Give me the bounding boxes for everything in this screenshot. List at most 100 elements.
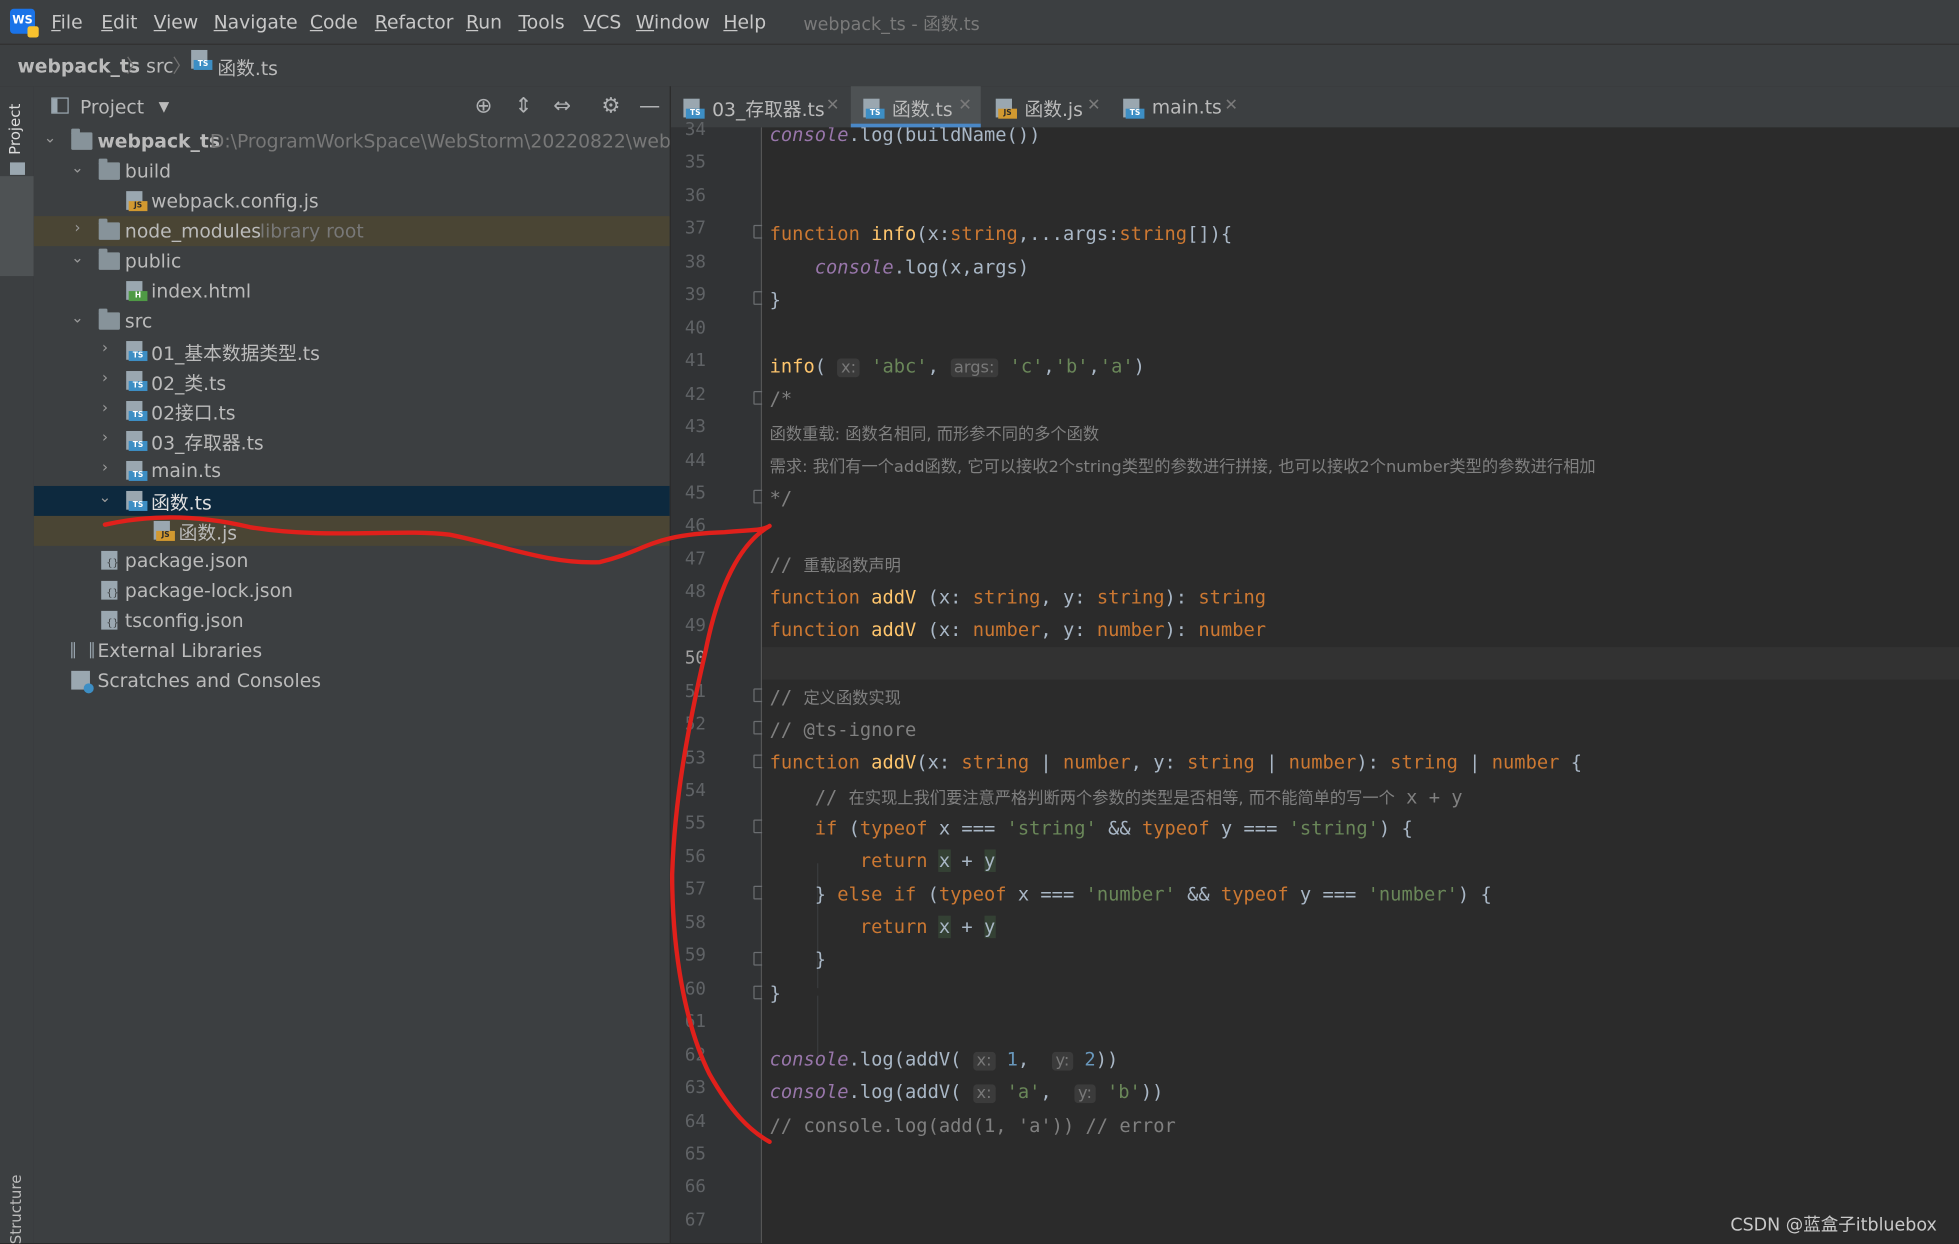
line-number: 65: [684, 1144, 706, 1165]
tree-item-tsconfig-json[interactable]: tsconfig.json: [34, 606, 670, 636]
menu-file[interactable]: File: [51, 11, 82, 33]
ts-file-icon: TS: [126, 430, 148, 451]
scratch-icon: [71, 670, 94, 694]
code-line-51: // 定义函数实现: [769, 685, 901, 709]
tree-item-function-ts[interactable]: ⌄ TS 函数.ts: [33, 485, 670, 516]
chevron-right-icon[interactable]: ›: [96, 458, 113, 475]
ts-file-icon: TS: [863, 98, 885, 119]
tree-item-webpack-ts[interactable]: ⌄ webpack_ts D:\ProgramWorkSpace\WebStor…: [34, 126, 670, 156]
line-number: 67: [684, 1210, 706, 1231]
line-number-gutter[interactable]: 34 35 36 37 38 39 40 41 42 43 44 45 46 47 48 49 50 51 52 53…: [670, 120, 768, 1244]
code-line-62: console.log(addV( x: 1, y: 2)): [769, 1048, 1119, 1071]
chevron-right-icon[interactable]: ›: [96, 428, 113, 445]
project-panel-title[interactable]: Project: [80, 96, 144, 118]
menu-vcs[interactable]: VCS: [583, 11, 621, 33]
code-line-48: function addV (x: string, y: string): st…: [769, 585, 1267, 609]
chevron-down-icon[interactable]: ⌄: [69, 249, 86, 266]
tree-item-package-json[interactable]: package.json: [34, 546, 670, 576]
ts-file-icon: TS: [1123, 98, 1145, 119]
close-icon[interactable]: ✕: [1224, 96, 1238, 115]
menu-run[interactable]: Run: [466, 11, 502, 33]
project-tool-tab-label[interactable]: Project: [6, 104, 23, 155]
line-number: 41: [684, 351, 706, 372]
breadcrumb-project[interactable]: webpack_ts: [17, 55, 140, 77]
locate-file-icon[interactable]: ⊕: [471, 94, 496, 119]
tree-item-build[interactable]: ⌄ build: [34, 156, 670, 186]
line-number: 42: [684, 384, 706, 405]
code-line-53: function addV(x: string | number, y: str…: [769, 750, 1583, 774]
json-file-icon: [101, 550, 119, 570]
code-line-47: // 重载函数声明: [769, 553, 901, 576]
menu-refactor[interactable]: Refactor: [375, 11, 454, 33]
line-number: 46: [684, 516, 706, 537]
chevron-down-icon[interactable]: ⌄: [96, 488, 113, 505]
code-line-39: }: [769, 288, 781, 312]
menu-window[interactable]: Window: [636, 11, 710, 33]
ts-file-icon: TS: [191, 49, 213, 70]
close-icon[interactable]: ✕: [1087, 96, 1101, 115]
code-editor[interactable]: console.log(buildName()) function info(x…: [762, 127, 1959, 1244]
code-line-45: */: [769, 487, 793, 510]
chevron-right-icon[interactable]: ›: [96, 369, 113, 386]
chevron-right-icon[interactable]: ›: [96, 399, 113, 416]
tree-item-main-ts[interactable]: › TS main.ts: [34, 456, 670, 486]
collapse-all-icon[interactable]: ⇔: [550, 94, 575, 119]
tree-item-src[interactable]: ⌄ src: [34, 306, 670, 336]
tree-item-webpack-config[interactable]: JS webpack.config.js: [34, 186, 670, 216]
chevron-right-icon[interactable]: ›: [96, 339, 113, 356]
tree-item-public[interactable]: ⌄ public: [34, 246, 670, 276]
chevron-down-icon[interactable]: ⌄: [69, 309, 86, 326]
code-line-49: function addV (x: number, y: number): nu…: [769, 618, 1267, 641]
tree-item-node-modules[interactable]: › node_modules library root: [33, 216, 670, 247]
chevron-down-icon[interactable]: ▼: [159, 99, 170, 115]
line-number: 55: [684, 813, 706, 834]
tree-item-01-basic-types[interactable]: › TS 01_基本数据类型.ts: [34, 336, 670, 366]
chevron-right-icon[interactable]: ›: [69, 219, 86, 236]
json-file-icon: [101, 580, 119, 600]
structure-tool-tab-label[interactable]: Structure: [7, 1175, 24, 1244]
close-icon[interactable]: ✕: [958, 96, 972, 115]
breadcrumb-src[interactable]: src: [146, 55, 173, 77]
tree-item-index-html[interactable]: H index.html: [34, 276, 670, 306]
line-number: 53: [684, 747, 706, 768]
expand-all-icon[interactable]: ⇕: [511, 94, 536, 119]
breadcrumb-separator-icon: 〉: [126, 54, 145, 78]
library-icon: [71, 642, 94, 659]
line-number: 54: [684, 780, 706, 801]
caret-line-highlight: [762, 647, 1959, 680]
line-number: 52: [684, 714, 706, 735]
ts-file-icon: TS: [126, 401, 148, 421]
tree-item-03-accessor[interactable]: › TS 03_存取器.ts: [34, 426, 670, 456]
tree-item-package-lock-json[interactable]: package-lock.json: [34, 576, 670, 606]
line-number: 35: [684, 152, 706, 173]
tab-function-js[interactable]: JS 函数.js ✕: [983, 86, 1108, 127]
menu-navigate[interactable]: Navigate: [214, 11, 298, 33]
line-number: 60: [684, 979, 706, 1000]
tab-main-ts[interactable]: TS main.ts ✕: [1111, 86, 1241, 127]
tree-item-02-class[interactable]: › TS 02_类.ts: [34, 366, 670, 396]
gear-icon[interactable]: ⚙: [598, 94, 623, 119]
menu-view[interactable]: View: [154, 11, 198, 33]
hide-panel-icon[interactable]: —: [637, 94, 662, 119]
chevron-down-icon[interactable]: ⌄: [41, 129, 58, 146]
line-number: 66: [684, 1177, 706, 1198]
breadcrumb-file[interactable]: 函数.ts: [217, 55, 278, 81]
code-line-41: info( x: 'abc', args: 'c','b','a'): [769, 354, 1145, 378]
tree-item-function-js[interactable]: JS 函数.js: [33, 515, 670, 546]
code-line-38: console.log(x,args): [814, 256, 1030, 279]
menu-code[interactable]: Code: [310, 11, 358, 33]
tree-item-external-libraries[interactable]: External Libraries: [34, 636, 670, 666]
menu-edit[interactable]: Edit: [101, 11, 137, 33]
project-tool-tab[interactable]: [0, 176, 34, 277]
line-number: 37: [684, 219, 706, 240]
tree-item-02-interface[interactable]: › TS 02接口.ts: [34, 396, 670, 426]
tree-item-scratches[interactable]: Scratches and Consoles: [34, 666, 670, 696]
line-number: 44: [684, 450, 706, 471]
tab-function-ts[interactable]: TS 函数.ts ✕: [850, 86, 981, 128]
close-icon[interactable]: ✕: [826, 96, 840, 115]
menu-tools[interactable]: Tools: [518, 11, 564, 33]
chevron-down-icon[interactable]: ⌄: [69, 159, 86, 176]
menu-help[interactable]: Help: [723, 11, 766, 33]
json-file-icon: [101, 610, 119, 630]
folder-icon: [98, 308, 120, 330]
